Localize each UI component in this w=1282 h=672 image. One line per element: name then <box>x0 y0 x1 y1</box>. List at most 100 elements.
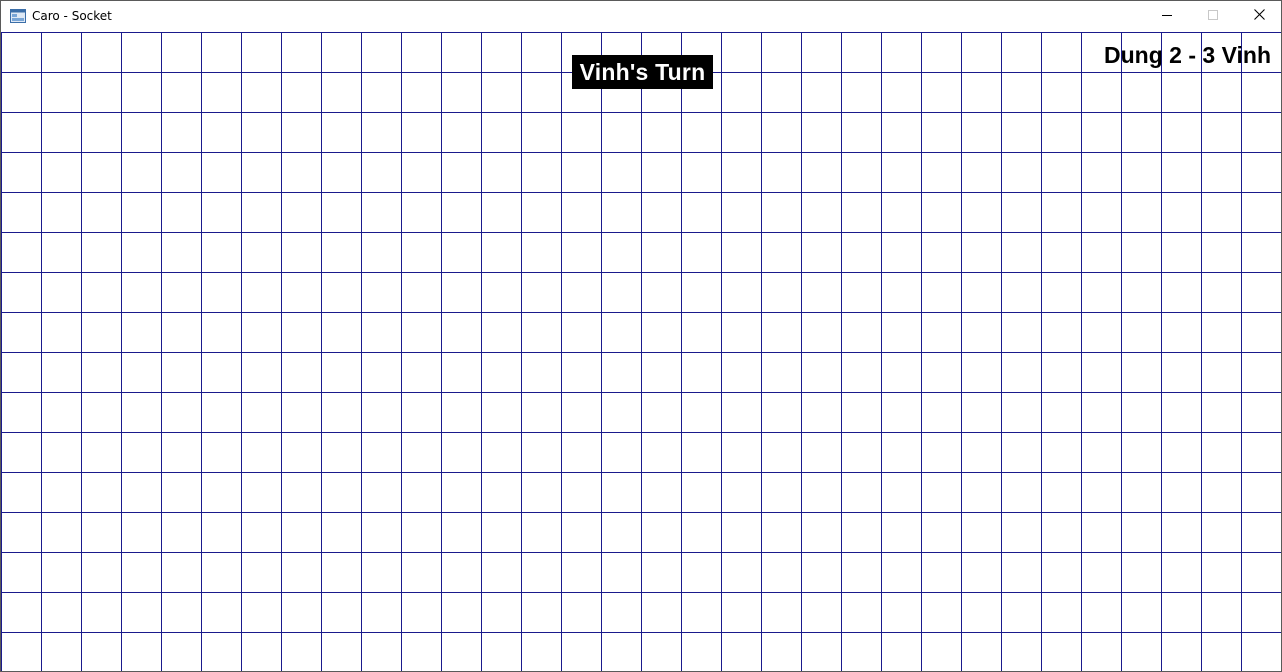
board-cell[interactable] <box>241 272 282 313</box>
board-cell[interactable] <box>641 392 682 433</box>
board-cell[interactable] <box>81 432 122 473</box>
board-cell[interactable] <box>41 192 82 233</box>
board-cell[interactable] <box>81 272 122 313</box>
board-cell[interactable] <box>441 392 482 433</box>
board-cell[interactable] <box>921 472 962 513</box>
board-cell[interactable] <box>41 432 82 473</box>
board-cell[interactable] <box>361 72 402 113</box>
board-cell[interactable] <box>201 232 242 273</box>
board-cell[interactable] <box>41 312 82 353</box>
board-cell[interactable] <box>721 272 762 313</box>
board-cell[interactable] <box>1041 152 1082 193</box>
board-cell[interactable] <box>241 152 282 193</box>
board-cell[interactable] <box>1081 232 1122 273</box>
board-cell[interactable] <box>641 352 682 393</box>
board-cell[interactable] <box>1161 72 1202 113</box>
board-cell[interactable] <box>121 72 162 113</box>
board-cell[interactable] <box>161 352 202 393</box>
board-cell[interactable] <box>201 392 242 433</box>
board-cell[interactable] <box>1041 272 1082 313</box>
board-cell[interactable] <box>401 272 442 313</box>
board-cell[interactable] <box>1241 312 1282 353</box>
board-cell[interactable] <box>881 632 922 672</box>
board-cell[interactable] <box>401 432 442 473</box>
board-cell[interactable] <box>601 432 642 473</box>
board-cell[interactable] <box>281 112 322 153</box>
board-cell[interactable] <box>1041 392 1082 433</box>
board-cell[interactable] <box>681 272 722 313</box>
board-cell[interactable] <box>561 312 602 353</box>
board-cell[interactable] <box>1241 272 1282 313</box>
board-cell[interactable] <box>761 32 802 73</box>
board-cell[interactable] <box>1041 632 1082 672</box>
board-cell[interactable] <box>801 272 842 313</box>
board-cell[interactable] <box>961 632 1002 672</box>
board-cell[interactable] <box>441 312 482 353</box>
board-cell[interactable] <box>321 232 362 273</box>
board-cell[interactable] <box>41 392 82 433</box>
board-cell[interactable] <box>721 352 762 393</box>
board-cell[interactable] <box>121 472 162 513</box>
board-cell[interactable] <box>801 432 842 473</box>
board-cell[interactable] <box>1041 192 1082 233</box>
board-cell[interactable] <box>1241 112 1282 153</box>
board-cell[interactable] <box>1161 512 1202 553</box>
board-cell[interactable] <box>281 152 322 193</box>
board-cell[interactable] <box>1081 352 1122 393</box>
board-cell[interactable] <box>761 632 802 672</box>
board-cell[interactable] <box>1041 232 1082 273</box>
board-cell[interactable] <box>841 232 882 273</box>
board-cell[interactable] <box>481 72 522 113</box>
board-cell[interactable] <box>561 472 602 513</box>
board-cell[interactable] <box>1201 152 1242 193</box>
board-cell[interactable] <box>561 352 602 393</box>
board-cell[interactable] <box>601 112 642 153</box>
board-cell[interactable] <box>921 32 962 73</box>
board-cell[interactable] <box>1041 312 1082 353</box>
board-cell[interactable] <box>961 512 1002 553</box>
board-cell[interactable] <box>841 432 882 473</box>
board-cell[interactable] <box>921 552 962 593</box>
board-cell[interactable] <box>241 592 282 633</box>
board-cell[interactable] <box>361 152 402 193</box>
board-cell[interactable] <box>601 352 642 393</box>
board-cell[interactable] <box>81 112 122 153</box>
board-cell[interactable] <box>161 432 202 473</box>
board-cell[interactable] <box>681 232 722 273</box>
board-cell[interactable] <box>1241 232 1282 273</box>
board-cell[interactable] <box>681 592 722 633</box>
board-cell[interactable] <box>441 232 482 273</box>
board-cell[interactable] <box>1241 192 1282 233</box>
board-cell[interactable] <box>1121 432 1162 473</box>
board-cell[interactable] <box>41 632 82 672</box>
board-cell[interactable] <box>1081 272 1122 313</box>
board-cell[interactable] <box>1161 552 1202 593</box>
board-cell[interactable] <box>761 592 802 633</box>
board-cell[interactable] <box>641 432 682 473</box>
board-cell[interactable] <box>1161 352 1202 393</box>
board-cell[interactable] <box>1241 352 1282 393</box>
board-cell[interactable] <box>241 472 282 513</box>
board-cell[interactable] <box>801 192 842 233</box>
board-cell[interactable] <box>961 72 1002 113</box>
board-cell[interactable] <box>841 592 882 633</box>
board-cell[interactable] <box>1241 72 1282 113</box>
board-cell[interactable] <box>1161 432 1202 473</box>
board-cell[interactable] <box>961 552 1002 593</box>
board-cell[interactable] <box>361 192 402 233</box>
board-cell[interactable] <box>401 32 442 73</box>
board-cell[interactable] <box>361 232 402 273</box>
board-cell[interactable] <box>1161 392 1202 433</box>
board-cell[interactable] <box>361 352 402 393</box>
board-cell[interactable] <box>121 32 162 73</box>
board-cell[interactable] <box>1161 152 1202 193</box>
board-cell[interactable] <box>81 232 122 273</box>
board-cell[interactable] <box>881 312 922 353</box>
board-cell[interactable] <box>1 592 42 633</box>
board-cell[interactable] <box>1081 552 1122 593</box>
board-cell[interactable] <box>1241 632 1282 672</box>
board-cell[interactable] <box>1121 352 1162 393</box>
board-cell[interactable] <box>401 632 442 672</box>
board-cell[interactable] <box>641 552 682 593</box>
board-cell[interactable] <box>321 72 362 113</box>
